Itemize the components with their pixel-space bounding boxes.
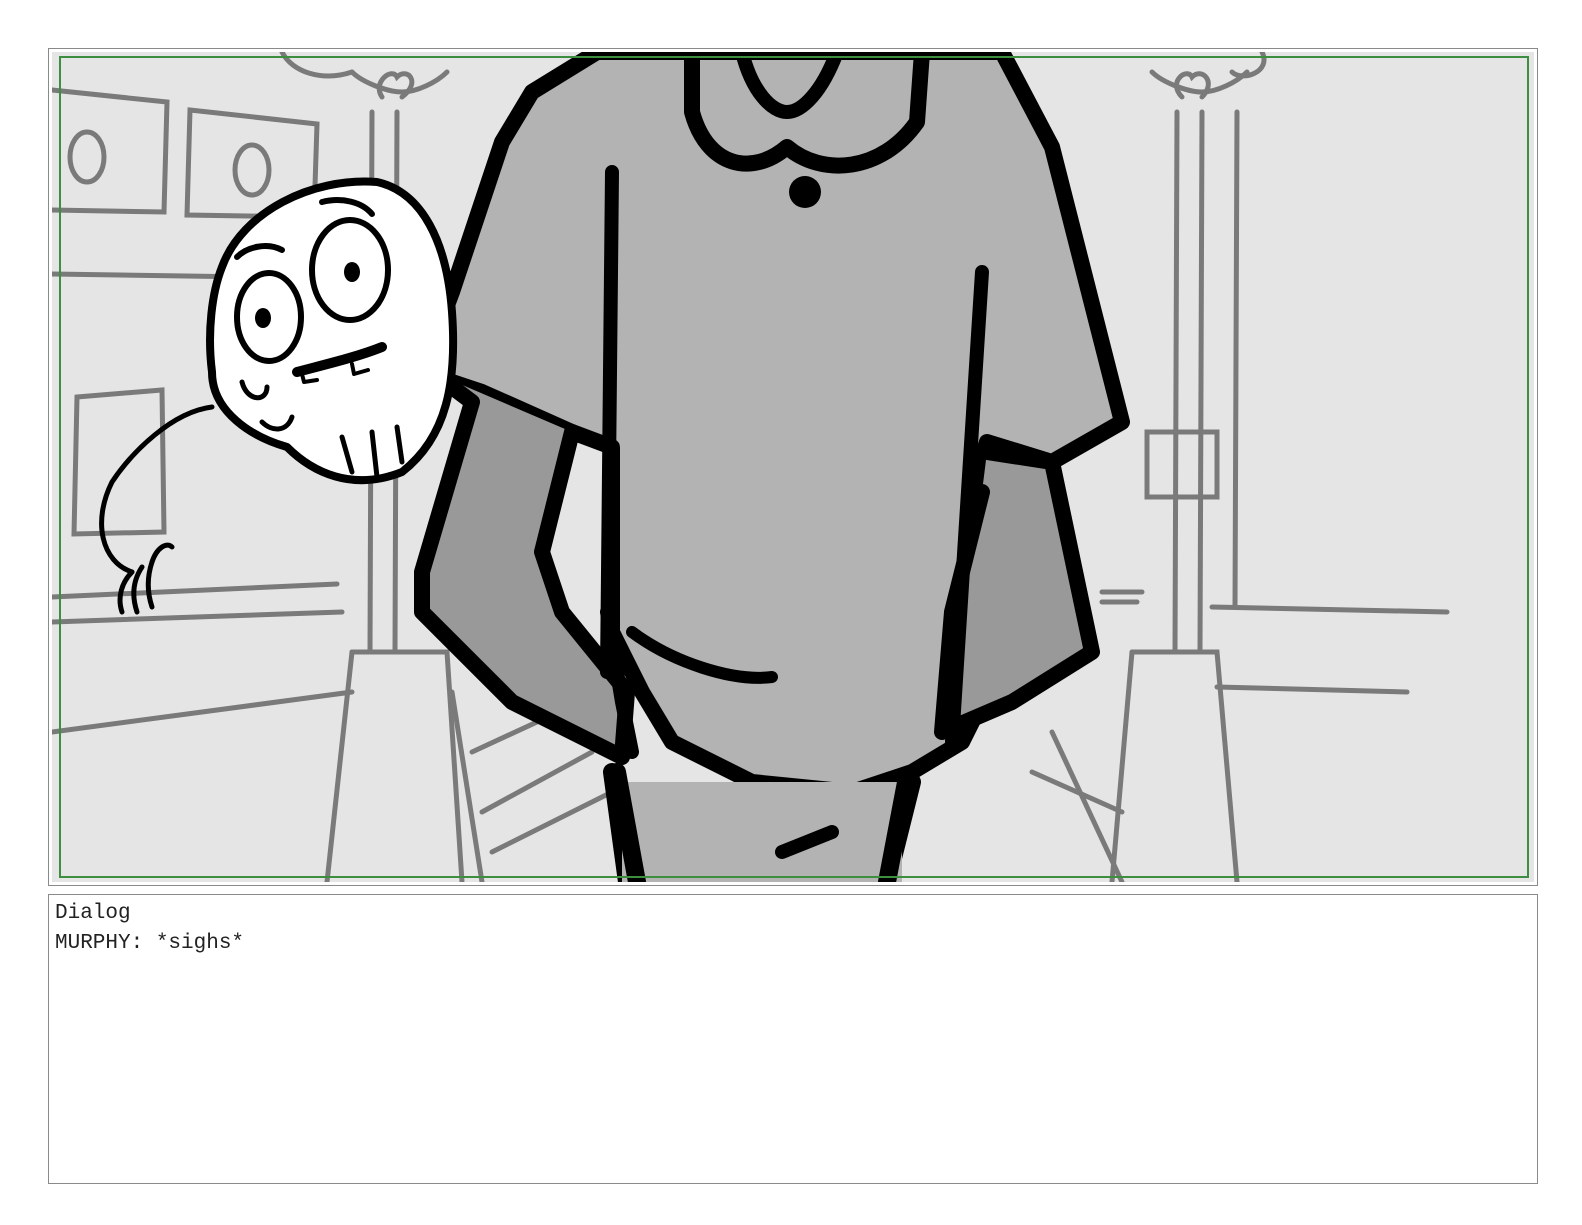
dialog-heading: Dialog: [55, 902, 131, 925]
standing-character: [414, 52, 1130, 882]
dialog-panel: Dialog MURPHY: *sighs*: [48, 894, 1538, 1184]
peeking-character: [99, 177, 458, 615]
panel-drawing: [52, 52, 1534, 882]
dialog-line: MURPHY: *sighs*: [55, 932, 245, 955]
storyboard-sketch: [52, 52, 1450, 882]
storyboard-panel: [48, 48, 1538, 886]
